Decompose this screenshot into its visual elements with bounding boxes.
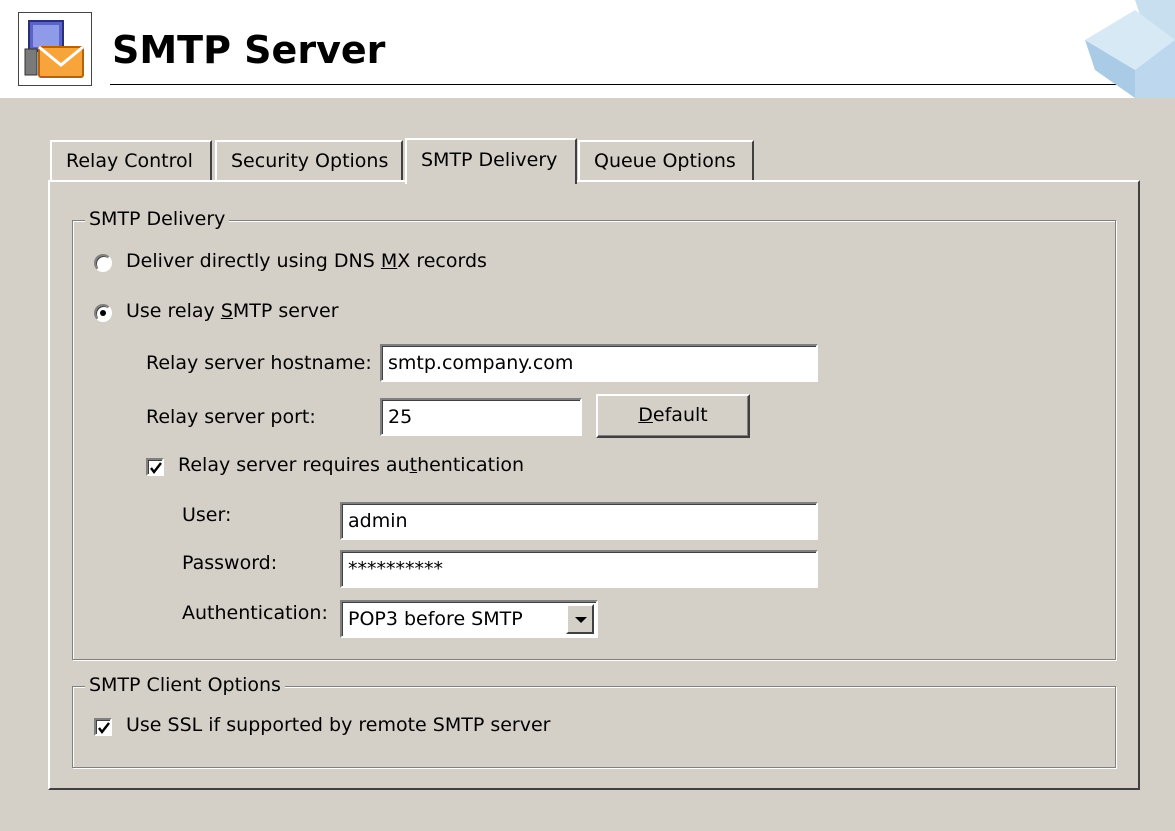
auth-checkbox[interactable] bbox=[146, 458, 164, 476]
group-title: SMTP Delivery bbox=[85, 208, 230, 230]
tab-relay-control[interactable]: Relay Control bbox=[50, 140, 212, 180]
port-input[interactable]: 25 bbox=[380, 398, 582, 436]
dns-mx-radio[interactable] bbox=[94, 254, 112, 272]
user-label: User: bbox=[182, 504, 232, 526]
tab-label: SMTP Delivery bbox=[421, 149, 558, 171]
tab-queue-options[interactable]: Queue Options bbox=[578, 140, 754, 180]
tab-label: Relay Control bbox=[66, 150, 193, 172]
tab-security-options[interactable]: Security Options bbox=[215, 140, 403, 180]
dns-mx-label[interactable]: Deliver directly using DNS MX records bbox=[126, 250, 487, 272]
ssl-checkbox-label[interactable]: Use SSL if supported by remote SMTP serv… bbox=[126, 714, 550, 736]
auth-checkbox-label[interactable]: Relay server requires authentication bbox=[178, 454, 524, 476]
authentication-value: POP3 before SMTP bbox=[348, 608, 523, 630]
relay-server-label[interactable]: Use relay SMTP server bbox=[126, 300, 339, 322]
smtp-delivery-group: SMTP Delivery bbox=[72, 208, 1116, 660]
page-header: SMTP Server bbox=[0, 0, 1175, 98]
password-input[interactable]: ********** bbox=[340, 550, 818, 588]
header-divider bbox=[110, 84, 1175, 85]
hostname-input[interactable]: smtp.company.com bbox=[380, 344, 818, 382]
tab-label: Security Options bbox=[231, 150, 389, 172]
password-label: Password: bbox=[182, 552, 278, 574]
group-title: SMTP Client Options bbox=[85, 674, 285, 696]
smtp-server-icon bbox=[18, 12, 92, 86]
tab-panel: SMTP Delivery Deliver directly using DNS… bbox=[48, 180, 1140, 790]
chevron-down-icon[interactable] bbox=[566, 604, 594, 634]
tab-smtp-delivery[interactable]: SMTP Delivery bbox=[405, 138, 577, 184]
authentication-label: Authentication: bbox=[182, 602, 328, 624]
relay-server-radio[interactable] bbox=[94, 304, 112, 322]
tab-label: Queue Options bbox=[594, 150, 736, 172]
port-label: Relay server port: bbox=[146, 406, 316, 428]
page-title: SMTP Server bbox=[112, 28, 386, 72]
user-input[interactable]: admin bbox=[340, 502, 818, 540]
authentication-select[interactable]: POP3 before SMTP bbox=[340, 600, 598, 638]
decorative-logo-icon bbox=[1085, 0, 1175, 98]
ssl-checkbox[interactable] bbox=[94, 718, 112, 736]
default-button[interactable]: Default bbox=[596, 394, 750, 438]
hostname-label: Relay server hostname: bbox=[146, 352, 372, 374]
